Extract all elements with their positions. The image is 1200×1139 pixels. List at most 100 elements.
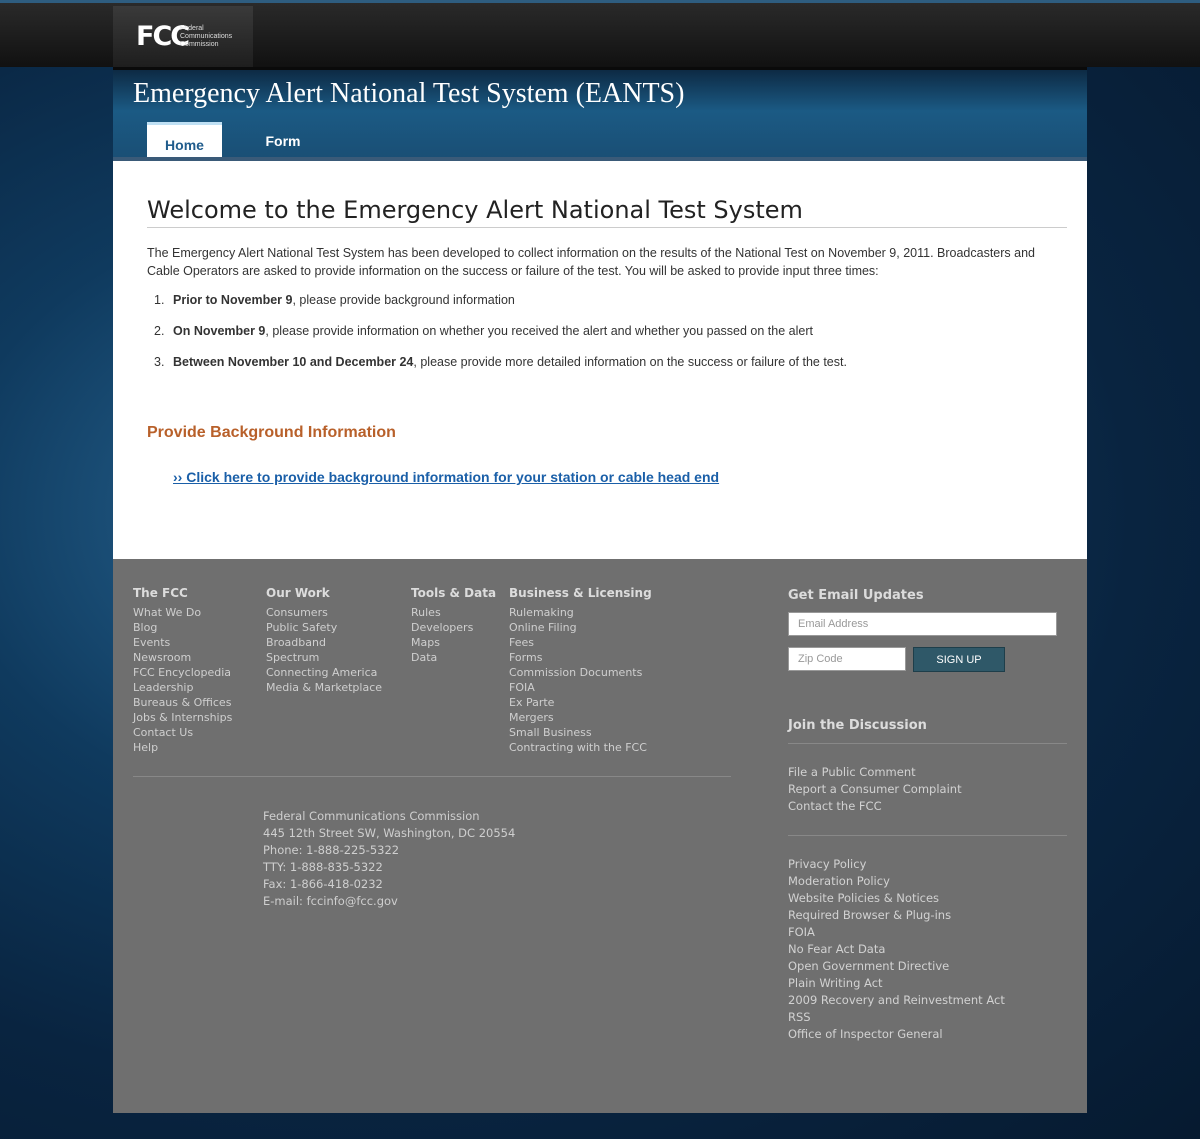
site-title: Emergency Alert National Test System (EA…: [133, 78, 685, 109]
footer-link[interactable]: Help: [133, 740, 232, 755]
footer-link[interactable]: FCC Encyclopedia: [133, 665, 232, 680]
step-text: , please provide background information: [292, 293, 515, 307]
footer-link[interactable]: What We Do: [133, 605, 232, 620]
email-field[interactable]: Email Address: [788, 612, 1057, 636]
step-date: On November 9: [173, 324, 266, 338]
footer-link[interactable]: Leadership: [133, 680, 232, 695]
email-updates-title: Get Email Updates: [788, 588, 924, 603]
footer-link[interactable]: Mergers: [509, 710, 652, 725]
join-discussion-title: Join the Discussion: [788, 718, 927, 733]
footer-link[interactable]: Maps: [411, 635, 496, 650]
footer: The FCC What We Do Blog Events Newsroom …: [113, 559, 1087, 1113]
footer-link[interactable]: Spectrum: [266, 650, 382, 665]
footer-link[interactable]: Developers: [411, 620, 496, 635]
list-item: 2. On November 9, please provide informa…: [147, 324, 1047, 355]
main-content: Welcome to the Emergency Alert National …: [113, 161, 1087, 559]
address-line: Fax: 1-866-418-0232: [263, 877, 383, 891]
footer-link[interactable]: Small Business: [509, 725, 652, 740]
discussion-links: File a Public Comment Report a Consumer …: [788, 764, 962, 815]
footer-link[interactable]: Bureaus & Offices: [133, 695, 232, 710]
footer-link[interactable]: No Fear Act Data: [788, 941, 1005, 958]
address-line: Federal Communications Commission: [263, 809, 480, 823]
policy-links: Privacy Policy Moderation Policy Website…: [788, 856, 1005, 1043]
footer-link[interactable]: Moderation Policy: [788, 873, 1005, 890]
zip-code-field[interactable]: Zip Code: [788, 647, 906, 671]
footer-link[interactable]: Open Government Directive: [788, 958, 1005, 975]
tab-form[interactable]: Form: [222, 122, 344, 161]
footer-link[interactable]: Newsroom: [133, 650, 232, 665]
footer-link[interactable]: Plain Writing Act: [788, 975, 1005, 992]
footer-link[interactable]: Online Filing: [509, 620, 652, 635]
step-date: Prior to November 9: [173, 293, 293, 307]
logo-line: Federal: [180, 24, 204, 32]
footer-link[interactable]: File a Public Comment: [788, 764, 962, 781]
address-line: TTY: 1-888-835-5322: [263, 860, 383, 874]
background-info-link[interactable]: ›› Click here to provide background info…: [173, 469, 719, 485]
step-number: 2.: [154, 324, 165, 338]
footer-column-business: Business & Licensing Rulemaking Online F…: [509, 586, 652, 755]
section-heading: Provide Background Information: [147, 424, 396, 441]
footer-link[interactable]: FOIA: [509, 680, 652, 695]
page-title: Welcome to the Emergency Alert National …: [147, 196, 1067, 228]
footer-divider: [133, 776, 731, 777]
footer-link[interactable]: Consumers: [266, 605, 382, 620]
footer-link[interactable]: Website Policies & Notices: [788, 890, 1005, 907]
footer-link[interactable]: Ex Parte: [509, 695, 652, 710]
footer-link[interactable]: Data: [411, 650, 496, 665]
footer-column-tools-data: Tools & Data Rules Developers Maps Data: [411, 586, 496, 665]
list-item: 3. Between November 10 and December 24, …: [147, 355, 1047, 386]
footer-column-title: Our Work: [266, 586, 330, 600]
steps-list: 1. Prior to November 9, please provide b…: [147, 293, 1047, 386]
footer-link[interactable]: Blog: [133, 620, 232, 635]
site-header: Emergency Alert National Test System (EA…: [113, 67, 1087, 161]
footer-column-fcc: The FCC What We Do Blog Events Newsroom …: [133, 586, 232, 755]
footer-link[interactable]: Rules: [411, 605, 496, 620]
footer-column-title: The FCC: [133, 586, 188, 600]
footer-link[interactable]: Contact the FCC: [788, 798, 962, 815]
footer-column-title: Business & Licensing: [509, 586, 652, 600]
intro-paragraph: The Emergency Alert National Test System…: [147, 246, 1036, 278]
footer-link[interactable]: Required Browser & Plug-ins: [788, 907, 1005, 924]
footer-link[interactable]: Media & Marketplace: [266, 680, 382, 695]
nav-tabs: Home Form: [147, 122, 344, 161]
footer-link[interactable]: Report a Consumer Complaint: [788, 781, 962, 798]
footer-link[interactable]: Privacy Policy: [788, 856, 1005, 873]
step-number: 3.: [154, 355, 165, 369]
footer-link[interactable]: Forms: [509, 650, 652, 665]
footer-link[interactable]: Jobs & Internships: [133, 710, 232, 725]
footer-link[interactable]: Contracting with the FCC: [509, 740, 652, 755]
footer-link[interactable]: Office of Inspector General: [788, 1026, 1005, 1043]
fcc-logo[interactable]: FCC Federal Communications Commission: [113, 6, 253, 67]
footer-column-title: Tools & Data: [411, 586, 497, 600]
footer-address: Federal Communications Commission 445 12…: [263, 808, 515, 910]
sign-up-button[interactable]: SIGN UP: [913, 647, 1005, 672]
fcc-logo-text: Federal Communications Commission: [180, 25, 232, 49]
fcc-logo-mark: FCC: [136, 21, 190, 52]
footer-link[interactable]: FOIA: [788, 924, 1005, 941]
logo-line: Commission: [180, 40, 219, 48]
footer-column-our-work: Our Work Consumers Public Safety Broadba…: [266, 586, 382, 695]
step-text: , please provide information on whether …: [265, 324, 813, 338]
footer-link[interactable]: Fees: [509, 635, 652, 650]
footer-divider: [788, 743, 1067, 744]
footer-link[interactable]: Broadband: [266, 635, 382, 650]
footer-link[interactable]: RSS: [788, 1009, 1005, 1026]
address-line: Phone: 1-888-225-5322: [263, 843, 400, 857]
footer-link[interactable]: Public Safety: [266, 620, 382, 635]
footer-link[interactable]: Events: [133, 635, 232, 650]
logo-line: Communications: [180, 32, 233, 40]
footer-link[interactable]: Commission Documents: [509, 665, 652, 680]
list-item: 1. Prior to November 9, please provide b…: [147, 293, 1047, 324]
footer-link[interactable]: Connecting America: [266, 665, 382, 680]
footer-link[interactable]: Contact Us: [133, 725, 232, 740]
step-number: 1.: [154, 293, 165, 307]
tab-home[interactable]: Home: [147, 122, 222, 161]
step-date: Between November 10 and December 24: [173, 355, 414, 369]
footer-link[interactable]: Rulemaking: [509, 605, 652, 620]
footer-link[interactable]: 2009 Recovery and Reinvestment Act: [788, 992, 1005, 1009]
top-bar: FCC Federal Communications Commission: [0, 0, 1200, 67]
step-text: , please provide more detailed informati…: [413, 355, 847, 369]
address-line: E-mail: fccinfo@fcc.gov: [263, 894, 398, 908]
address-line: 445 12th Street SW, Washington, DC 20554: [263, 826, 516, 840]
footer-divider: [788, 835, 1067, 836]
